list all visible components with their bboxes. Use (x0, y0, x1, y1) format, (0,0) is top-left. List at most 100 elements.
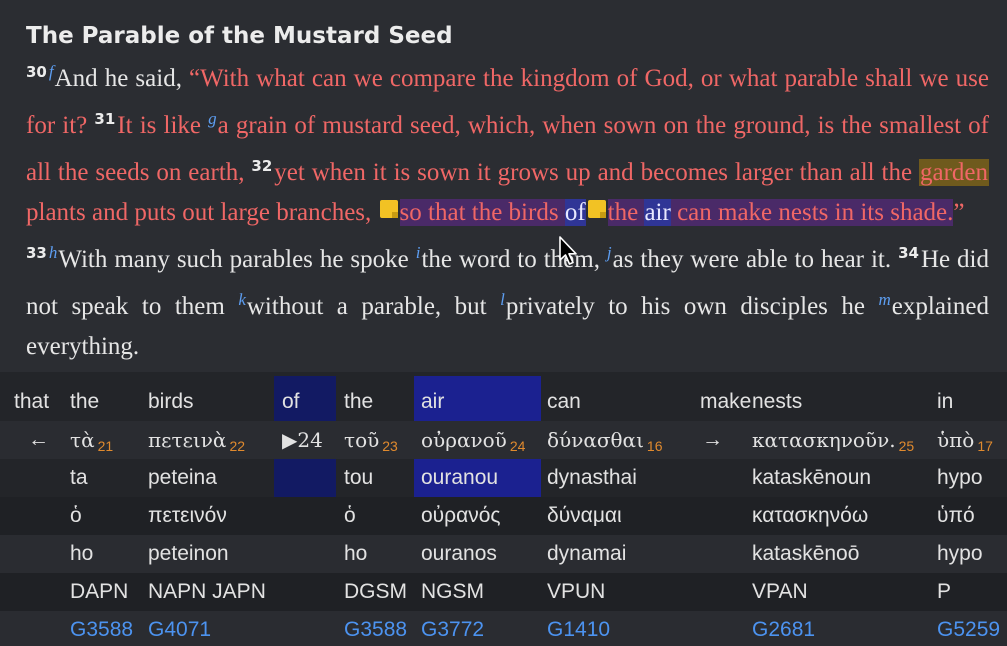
strongs-link[interactable]: G3772 (421, 611, 484, 646)
greek-word[interactable]: ὑπὸ 17 (937, 421, 993, 459)
greek-word[interactable]: δύνασθαι 16 (547, 421, 662, 459)
verse-31-a: It is like (117, 112, 209, 139)
transliteration-cell[interactable]: kataskēnoun (752, 459, 871, 497)
word-order-number: 22 (229, 438, 246, 454)
note-icon[interactable] (587, 200, 606, 218)
verse-34-b: without a parable, but (246, 293, 501, 320)
verse-33-b: the word to them, (421, 246, 607, 273)
word-order-number: 21 (97, 438, 114, 454)
lemma-cell[interactable]: πετεινόν (148, 497, 227, 535)
selected-word-of[interactable]: of (564, 199, 586, 226)
verse-33-a: With many such parables he spoke (58, 246, 416, 273)
greek-word[interactable]: οὐρανοῦ 24 (421, 421, 525, 459)
morphology-cell[interactable]: VPAN (752, 573, 808, 611)
english-cell[interactable]: make (700, 383, 751, 421)
verse-number-33[interactable]: 33 (26, 244, 47, 262)
greek-word-text: τὰ (70, 428, 95, 452)
transliteration-cell[interactable]: tou (344, 459, 373, 497)
reader-pane: The Parable of the Mustard Seed 30 fAnd h… (0, 0, 1007, 372)
english-cell[interactable]: air (421, 383, 444, 421)
verse-number-30[interactable]: 30 (26, 63, 47, 81)
highlight-garden[interactable]: garden (918, 159, 989, 186)
selected-word-air[interactable]: air (644, 199, 671, 226)
footnote-i[interactable]: i (416, 243, 421, 262)
lemma-row: ὁ πετεινόν ὁ οὐρανός δύναμαι κατασκηνόω ὑπό (0, 497, 1007, 535)
greek-word[interactable]: τοῦ 23 (344, 421, 398, 459)
transliteration-cell[interactable]: ta (70, 459, 88, 497)
strongs-link[interactable]: G1410 (547, 611, 610, 646)
transliteration-cell[interactable]: dynasthai (547, 459, 637, 497)
verse-32-a: yet when it is sown it grows up and beco… (274, 159, 919, 186)
footnote-h[interactable]: h (49, 243, 58, 262)
morphology-cell[interactable]: DGSM (344, 573, 407, 611)
lemma-transliteration-cell[interactable]: ho (344, 535, 367, 573)
greek-word[interactable]: κατασκηνοῦν. 25 (752, 421, 914, 459)
morphology-cell[interactable]: VPUN (547, 573, 605, 611)
greek-word[interactable]: τὰ 21 (70, 421, 113, 459)
footnote-m[interactable]: m (879, 290, 891, 309)
english-cell[interactable]: the (344, 383, 373, 421)
arrow-left-icon[interactable]: ← (28, 421, 49, 459)
transliteration-cell[interactable]: hypo (937, 459, 983, 497)
verse-33-c: as they were able to hear it. (612, 246, 892, 273)
transliteration-cell[interactable]: peteina (148, 459, 217, 497)
strongs-row: G3588 G4071 G3588 G3772 G1410 G2681 G5259 (0, 611, 1007, 646)
strongs-link[interactable]: G3588 (344, 611, 407, 646)
english-cell[interactable]: can (547, 383, 581, 421)
verse-number-31[interactable]: 31 (94, 110, 115, 128)
mouse-cursor-icon (559, 236, 577, 265)
footnote-l[interactable]: l (500, 290, 505, 309)
english-cell[interactable]: birds (148, 383, 194, 421)
greek-word-text: δύνασθαι (547, 428, 644, 452)
english-cell[interactable]: of (282, 383, 300, 421)
word-order-number: 16 (646, 438, 663, 454)
lemma-transliteration-cell[interactable]: kataskēnoō (752, 535, 859, 573)
strongs-link[interactable]: G3588 (70, 611, 133, 646)
english-cell[interactable]: the (70, 383, 99, 421)
highlight-phrase-a[interactable]: so that the birds (399, 199, 565, 226)
lemma-cell[interactable]: οὐρανός (421, 497, 501, 535)
word-order-number: 17 (977, 438, 993, 454)
footnote-f[interactable]: f (49, 62, 54, 81)
strongs-link[interactable]: G5259 (937, 611, 1000, 646)
lemma-cell[interactable]: ὁ (70, 497, 82, 535)
english-cell[interactable]: in (937, 383, 953, 421)
lemma-cell[interactable]: κατασκηνόω (752, 497, 868, 535)
highlight-phrase-b[interactable]: the (607, 199, 645, 226)
footnote-j[interactable]: j (607, 243, 612, 262)
morphology-cell[interactable]: P (937, 573, 951, 611)
english-row: that the birds of the air can make nests in (0, 383, 1007, 421)
greek-word-text: κατασκηνοῦν. (752, 428, 896, 452)
arrow-right-icon[interactable]: → (702, 421, 723, 459)
greek-row: ← τὰ 21 πετεινὰ 22 ▶24 τοῦ 23 οὐρανοῦ 24 δύνασθαι 1… (0, 421, 1007, 459)
greek-word[interactable]: ▶24 (282, 421, 323, 459)
footnote-k[interactable]: k (238, 290, 246, 309)
word-order-number: 24 (509, 438, 526, 454)
greek-word-text: τοῦ (344, 428, 380, 452)
lemma-transliteration-cell[interactable]: ouranos (421, 535, 497, 573)
strongs-link[interactable]: G2681 (752, 611, 815, 646)
lemma-cell[interactable]: ὑπό (937, 497, 975, 535)
verse-number-32[interactable]: 32 (251, 157, 272, 175)
morphology-cell[interactable]: DAPN (70, 573, 128, 611)
lemma-transliteration-cell[interactable]: dynamai (547, 535, 626, 573)
lemma-transliteration-cell[interactable]: ho (70, 535, 93, 573)
lemma-transliteration-cell[interactable]: hypo (937, 535, 983, 573)
verse-number-34[interactable]: 34 (898, 244, 919, 262)
lemma-transliteration-cell[interactable]: peteinon (148, 535, 229, 573)
note-icon[interactable] (379, 200, 398, 218)
strongs-link[interactable]: G4071 (148, 611, 211, 646)
lemma-cell[interactable]: δύναμαι (547, 497, 622, 535)
highlight-phrase-c[interactable]: can make nests in its shade. (670, 199, 954, 226)
morphology-cell[interactable]: NGSM (421, 573, 484, 611)
transliteration-cell[interactable]: ouranou (421, 459, 498, 497)
verse-30-intro: And he said, (54, 65, 190, 92)
footnote-g[interactable]: g (208, 109, 217, 128)
interlinear-panel: that the birds of the air can make nests in ← τὰ 21 π… (0, 376, 1007, 646)
greek-word-text: ▶24 (282, 428, 323, 452)
greek-word[interactable]: πετεινὰ 22 (148, 421, 245, 459)
lemma-cell[interactable]: ὁ (344, 497, 356, 535)
morphology-cell[interactable]: NAPN JAPN (148, 573, 266, 611)
english-cell[interactable]: nests (752, 383, 802, 421)
english-cell[interactable]: that (14, 383, 49, 421)
